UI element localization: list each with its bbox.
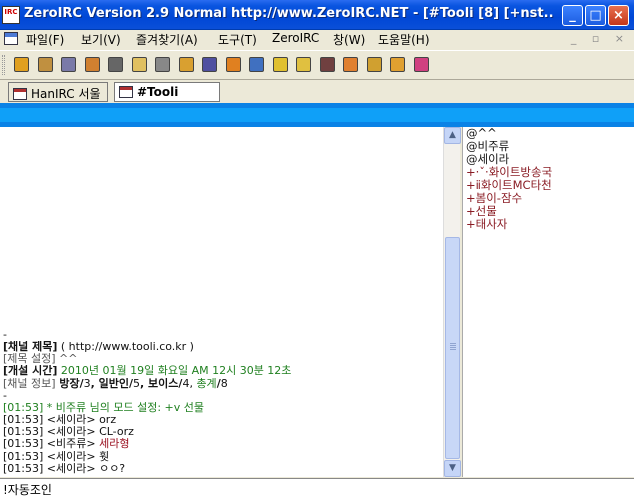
chat-text: ( http://www.tooli.co.kr ) [57, 340, 194, 353]
scroll-up-arrow-icon[interactable]: ▲ [444, 127, 461, 144]
chat-text: - [3, 389, 7, 402]
chat-line: [개설 시간] 2010년 01월 19일 화요일 AM 12시 30분 12초 [3, 365, 439, 377]
chat-text: 3 [83, 377, 91, 390]
chat-text: [01:53] <세이라> orz [3, 414, 117, 427]
close-button[interactable]: × [608, 5, 629, 26]
thumb-grip [450, 343, 456, 351]
chat-text: [01:53] <세이라> ㅇㅇ? [3, 462, 126, 475]
nick-item[interactable]: +태사자 [463, 218, 634, 231]
chat-text: [01:53] * 비주류 님의 모드 설정: +v 선물 [3, 401, 205, 414]
menu-bar: 파일(F) 보기(V) 즐겨찾기(A) 도구(T) ZeroIRC 창(W) 도… [0, 30, 634, 48]
menu-tools[interactable]: 도구(T) [218, 31, 257, 48]
toolbar [0, 50, 634, 78]
server-window-icon [13, 88, 27, 100]
tab-hanirc[interactable]: HanIRC 서울 [8, 82, 108, 102]
input-bar [0, 478, 634, 499]
paste-icon[interactable] [202, 57, 217, 72]
nick-list[interactable]: @^^ @비주류 @세이라 +·ˇ·화이트방송국 +ⅱ화이트MC타천 +봄이-잠수 +선물 +… [462, 127, 634, 477]
refresh-icon[interactable] [272, 57, 288, 72]
menu-file[interactable]: 파일(F) [26, 31, 64, 48]
chat-text: [제목 설정] [3, 353, 56, 366]
chat-text: [채널 정보] [3, 377, 56, 390]
pie-icon[interactable] [343, 57, 358, 72]
maximize-button[interactable]: □ [585, 5, 606, 26]
tab-tooli[interactable]: #Tooli [114, 82, 220, 102]
minimize-button[interactable]: _ [562, 5, 583, 26]
chat-text: [01:53] <세이라> 훳 [3, 450, 110, 463]
chat-line: [01:53] <세이라> 훳 [3, 451, 439, 463]
menu-zeroirc[interactable]: ZeroIRC [272, 31, 319, 45]
folder-icon[interactable] [225, 57, 241, 72]
chat-line: [01:53] <세이라> CL-orz [3, 426, 439, 438]
topic-band-highlight [0, 108, 634, 122]
chat-text: 총계 [196, 377, 217, 390]
chat-text: [01:53] <세이라> CL-orz [3, 426, 134, 439]
channel-window-icon [119, 86, 133, 98]
server-icon[interactable] [61, 57, 76, 72]
chat-scrollbar[interactable]: ▲ ▼ [443, 127, 461, 477]
layout-cascade-icon[interactable] [390, 57, 405, 72]
tab-label: #Tooli [137, 85, 179, 99]
chat-text: [01:53] <비주류> [3, 438, 100, 451]
scroll-thumb[interactable] [445, 237, 460, 459]
chat-text: [채널 제목] [3, 340, 58, 353]
chat-line: - [3, 329, 439, 341]
erase-icon[interactable] [131, 57, 147, 72]
chat-text: [개설 시간] [3, 365, 58, 378]
copy-icon[interactable] [178, 57, 194, 72]
chat-text: , 일반인/ [90, 377, 134, 390]
mdi-controls[interactable]: _ ▫ × [571, 32, 630, 45]
chat-line: [01:53] * 비주류 님의 모드 설정: +v 선물 [3, 402, 439, 414]
chat-text: 세라형 [99, 438, 130, 451]
menu-help[interactable]: 도움말(H) [378, 31, 430, 48]
chat-line: [제목 설정] ^^ [3, 353, 439, 365]
chat-text: 8 [220, 377, 228, 390]
chat-text: 2010년 01월 19일 화요일 AM 12시 30분 12초 [57, 365, 292, 378]
chat-text: 5 [133, 377, 141, 390]
app-icon-text: IRC [4, 8, 18, 16]
chat-text: , 보이스/ [140, 377, 183, 390]
channel-icon[interactable] [37, 57, 53, 72]
about-icon[interactable] [413, 57, 429, 72]
title-bar[interactable]: IRC ZeroIRC Version 2.9 Normal http://ww… [0, 0, 634, 30]
toolbar-grip[interactable] [2, 55, 5, 75]
menu-window[interactable]: 창(W) [333, 31, 365, 48]
window-title: ZeroIRC Version 2.9 Normal http://www.Ze… [24, 6, 554, 21]
chat-text: ^^ [55, 353, 78, 366]
message-input[interactable] [0, 479, 634, 499]
tab-label: HanIRC 서울 [31, 87, 101, 101]
chat-line: [채널 제목] ( http://www.tooli.co.kr ) [3, 341, 439, 353]
user-icon[interactable] [84, 57, 100, 72]
app-icon[interactable]: IRC [2, 6, 20, 24]
edit-icon[interactable] [108, 57, 123, 72]
chat-text: 방장/ [55, 377, 84, 390]
chat-line: [채널 정보] 방장/3, 일반인/5, 보이스/4, 총계/8 [3, 378, 439, 390]
layout-vertical-icon[interactable] [366, 57, 382, 72]
connect-icon[interactable] [14, 57, 29, 72]
chat-text: - [3, 328, 7, 341]
menu-view[interactable]: 보기(V) [81, 31, 121, 48]
chat-pane[interactable]: - [채널 제목] ( http://www.tooli.co.kr ) [제목 설… [0, 127, 443, 477]
chat-line: [01:53] <비주류> 세라형 [3, 438, 439, 450]
options-icon[interactable] [249, 57, 264, 72]
timer-icon[interactable] [155, 57, 170, 72]
tab-bar: HanIRC 서울 #Tooli [0, 79, 634, 103]
palette-icon[interactable] [319, 57, 335, 72]
open-icon[interactable] [296, 57, 311, 72]
chat-line: [01:53] <세이라> ㅇㅇ? [3, 463, 439, 475]
menu-favorites[interactable]: 즐겨찾기(A) [136, 31, 198, 48]
child-window-icon[interactable] [4, 32, 18, 45]
chat-line: [01:53] <세이라> orz [3, 414, 439, 426]
chat-line: - [3, 390, 439, 402]
scroll-down-arrow-icon[interactable]: ▼ [444, 460, 461, 477]
